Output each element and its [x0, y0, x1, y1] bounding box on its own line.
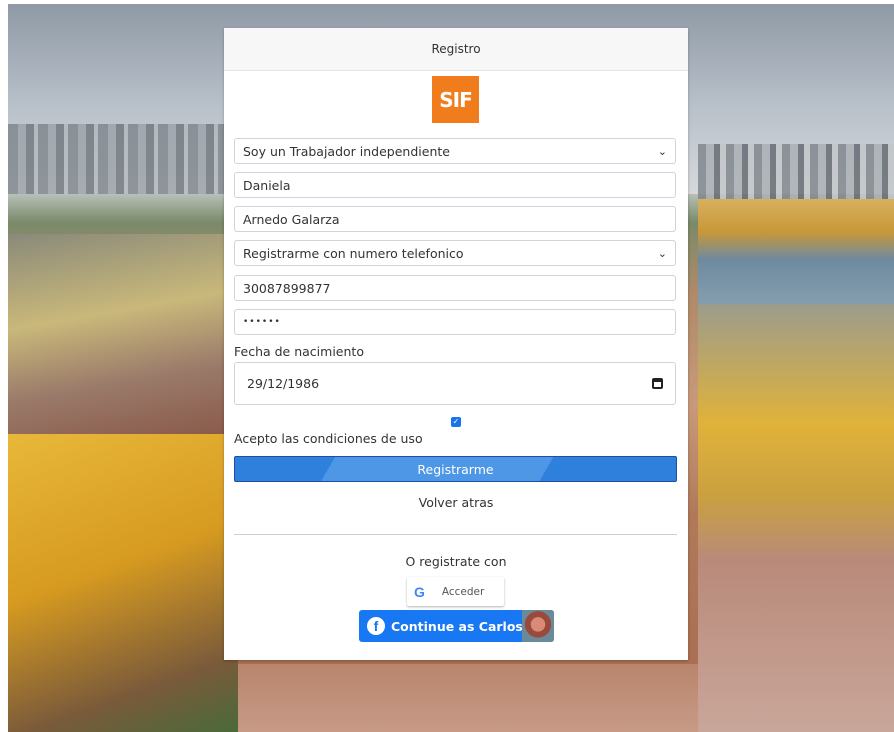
- back-link[interactable]: Volver atras: [224, 495, 688, 510]
- facebook-icon: f: [367, 617, 385, 635]
- background-city-left: [8, 124, 238, 194]
- logo-text: SIF: [439, 87, 473, 112]
- background-street: [8, 234, 238, 434]
- password-value: ••••••: [243, 317, 281, 327]
- social-register-label: O registrate con: [405, 554, 507, 569]
- register-button-label: Registrarme: [417, 461, 494, 477]
- birth-date-value: 29/12/1986: [247, 376, 320, 391]
- register-method-select[interactable]: Registrarme con numero telefonico ⌄: [234, 240, 676, 266]
- background-sea: [698, 199, 894, 309]
- background-fort-right: [698, 304, 894, 732]
- terms-label: Acepto las condiciones de uso: [234, 431, 423, 446]
- phone-value: 30087899877: [243, 280, 331, 296]
- registration-card: Registro SIF Soy un Trabajador independi…: [224, 28, 688, 660]
- chevron-down-icon: ⌄: [657, 246, 667, 260]
- first-name-value: Daniela: [243, 177, 291, 193]
- user-type-select[interactable]: Soy un Trabajador independiente ⌄: [234, 138, 676, 164]
- calendar-icon[interactable]: [652, 378, 663, 389]
- divider: [234, 534, 677, 535]
- facebook-continue-button[interactable]: f Continue as Carlos: [359, 610, 554, 642]
- google-icon: G: [414, 583, 425, 600]
- last-name-value: Arnedo Galarza: [243, 211, 340, 227]
- facebook-button-label: Continue as Carlos: [391, 618, 523, 634]
- card-header: Registro: [224, 28, 688, 71]
- password-input[interactable]: ••••••: [234, 309, 676, 335]
- google-button-label: Acceder: [441, 585, 485, 598]
- avatar: [522, 610, 554, 642]
- chevron-down-icon: ⌄: [657, 144, 667, 158]
- birth-date-input[interactable]: 29/12/1986: [234, 362, 676, 405]
- last-name-input[interactable]: Arnedo Galarza: [234, 206, 676, 232]
- register-method-value: Registrarme con numero telefonico: [243, 245, 464, 261]
- background-fort-left: [8, 434, 238, 732]
- first-name-input[interactable]: Daniela: [234, 172, 676, 198]
- birth-date-label: Fecha de nacimiento: [234, 344, 364, 359]
- background-plaza: [238, 664, 698, 732]
- google-signin-button[interactable]: G Acceder: [407, 577, 504, 606]
- register-button[interactable]: Registrarme: [234, 456, 677, 482]
- background-city-right: [698, 144, 894, 204]
- user-type-value: Soy un Trabajador independiente: [243, 143, 450, 159]
- sif-logo: SIF: [432, 76, 479, 123]
- phone-input[interactable]: 30087899877: [234, 275, 676, 301]
- terms-checkbox[interactable]: ✓: [451, 417, 461, 427]
- page-title: Registro: [431, 42, 481, 56]
